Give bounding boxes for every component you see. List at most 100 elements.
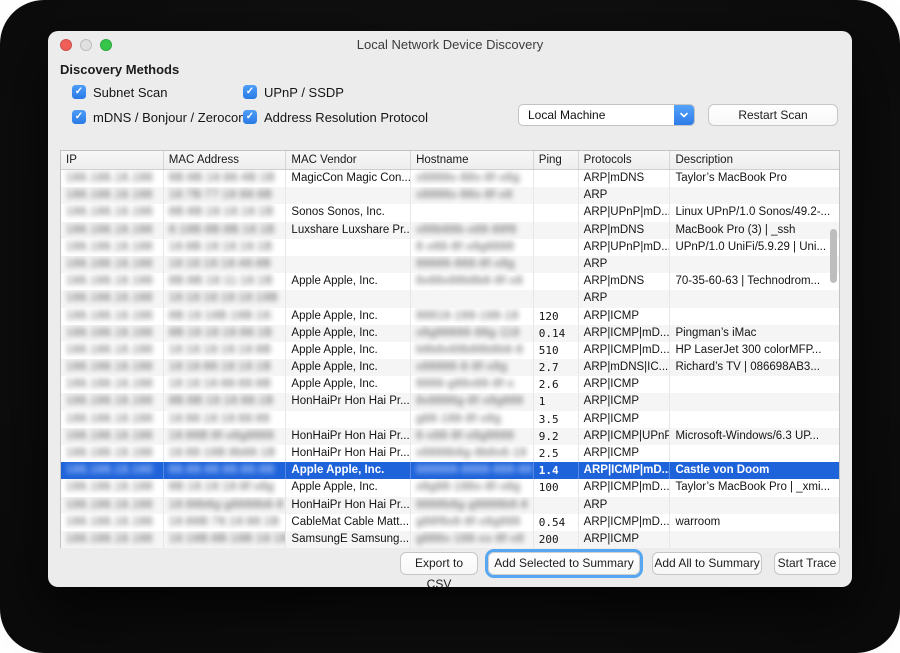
redacted-text: 188.188.18.188 bbox=[66, 273, 153, 290]
cell-ping: 1.4 bbox=[534, 462, 579, 479]
table-row[interactable]: 188.188.18.1888:18B:8B:8B:18:1BLuxshare … bbox=[61, 222, 839, 239]
cell-mac-vendor: Apple Apple, Inc. bbox=[286, 273, 411, 290]
redacted-text: 18:18:18:88:88:8B bbox=[169, 376, 272, 393]
redacted-text: g888x-188-xx-8f-x8 bbox=[416, 531, 524, 548]
add-all-to-summary-button[interactable]: Add All to Summary bbox=[652, 552, 762, 575]
redacted-text: 8B:18:18B:18B:18: bbox=[169, 308, 274, 325]
checkbox-subnet-scan[interactable]: ✓Subnet Scan bbox=[72, 84, 167, 100]
cell-hostname: x8888b8g-8b8x8-18 bbox=[411, 445, 534, 462]
cell-protocols: ARP|UPnP|mD... bbox=[579, 239, 671, 256]
export-to-csv-button[interactable]: Export to CSV bbox=[400, 552, 478, 575]
redacted-text: 18:88b8g:g8888b8-8 bbox=[169, 497, 284, 514]
cell-ip: 188.188.18.188 bbox=[61, 393, 164, 410]
table-row[interactable]: 188.188.18.18818:18:18:88:88:8BApple App… bbox=[61, 376, 839, 393]
cell-hostname: x88b88b-x88-88f8 bbox=[411, 222, 534, 239]
cell-hostname: 88888-888-8f-x8g bbox=[411, 256, 534, 273]
minimize-button[interactable] bbox=[80, 39, 92, 51]
cell-mac-vendor: Sonos Sonos, Inc. bbox=[286, 204, 411, 221]
cell-ip: 188.188.18.188 bbox=[61, 256, 164, 273]
table-row[interactable]: 188.188.18.18818:7B:77:18:88:8Bx8888s-88… bbox=[61, 187, 839, 204]
cell-description bbox=[670, 393, 839, 410]
table-row[interactable]: 188.188.18.18818:88b8g:g8888b8-8HonHaiPr… bbox=[61, 497, 839, 514]
cell-ping: 0.54 bbox=[534, 514, 579, 531]
cell-hostname: b8b8x88b88b8b8-8 bbox=[411, 342, 534, 359]
cell-protocols: ARP|mDNS bbox=[579, 222, 671, 239]
table-row[interactable]: 188.188.18.18818:88:18B:8b88:1BHonHaiPr … bbox=[61, 445, 839, 462]
column-header-protocols[interactable]: Protocols bbox=[579, 151, 671, 169]
table-row[interactable]: 188.188.18.188 8B:8B:18:18:88:1B HonHaiPr … bbox=[61, 393, 839, 410]
redacted-text: 8B:8B:18:18:88:1B bbox=[169, 393, 274, 410]
cell-ping: 2.5 bbox=[534, 445, 579, 462]
redacted-text: 8B:18:18:18:88:1B bbox=[169, 325, 273, 342]
redacted-text: 8B:8B:18:88:4B:1B bbox=[169, 170, 275, 187]
table-row[interactable]: 188.188.18.18818:18:88:18:18:1BApple App… bbox=[61, 359, 839, 376]
column-header-ip[interactable]: IP bbox=[61, 151, 164, 169]
checkbox-upnp-ssdp[interactable]: ✓UPnP / SSDP bbox=[243, 84, 344, 100]
cell-protocols: ARP|mDNS|IC... bbox=[579, 359, 671, 376]
table-row[interactable]: 188.188.18.18818:88B:78:18:88:1BCableMat… bbox=[61, 514, 839, 531]
table-row[interactable]: 188.188.18.18818:18:18:18:18:18BARP bbox=[61, 290, 839, 307]
redacted-text: x88888-8-8f-x8g bbox=[416, 359, 507, 376]
cell-description: Linux UPnP/1.0 Sonos/49.2-... bbox=[670, 204, 839, 221]
cell-mac: 18:7B:77:18:88:8B bbox=[164, 187, 287, 204]
column-header-hostname[interactable]: Hostname bbox=[411, 151, 534, 169]
cell-ip: 188.188.18.188 bbox=[61, 290, 164, 307]
redacted-text: 188.188.18.188 bbox=[66, 170, 153, 187]
column-header-description[interactable]: Description bbox=[670, 151, 839, 169]
table-row[interactable]: 188.188.18.1888B:18:18:18:8f:x8gApple Ap… bbox=[61, 479, 839, 496]
cell-mac-vendor: HonHaiPr Hon Hai Pr... bbox=[286, 393, 411, 410]
redacted-text: 188.188.18.188 bbox=[66, 342, 153, 359]
cell-ip: 188.188.18.188 bbox=[61, 514, 164, 531]
redacted-text: 8888b8g-g8888b8-8 bbox=[416, 497, 528, 514]
checkbox-label: mDNS / Bonjour / Zeroconf bbox=[93, 110, 249, 125]
zoom-button[interactable] bbox=[100, 39, 112, 51]
checkbox-address-resolution-protocol[interactable]: ✓Address Resolution Protocol bbox=[243, 109, 428, 125]
cell-mac-vendor: Apple Apple, Inc. bbox=[286, 479, 411, 496]
cell-description: UPnP/1.0 UniFi/5.9.29 | Uni... bbox=[670, 239, 839, 256]
cell-description: Taylor’s MacBook Pro bbox=[670, 170, 839, 187]
column-header-mac-address[interactable]: MAC Address bbox=[164, 151, 287, 169]
cell-description: 70-35-60-63 | Technodrom... bbox=[670, 273, 839, 290]
cell-description bbox=[670, 187, 839, 204]
column-header-mac-vendor[interactable]: MAC Vendor bbox=[286, 151, 411, 169]
table-row[interactable]: 188.188.18.1888B:18:18:18:88:1BApple App… bbox=[61, 325, 839, 342]
table-row[interactable]: 188.188.18.18888:88:88:88:88:8BApple App… bbox=[61, 462, 839, 479]
close-button[interactable] bbox=[60, 39, 72, 51]
redacted-text: x88b88b-x88-88f8 bbox=[416, 222, 517, 239]
start-trace-button[interactable]: Start Trace bbox=[774, 552, 840, 575]
interface-select-value: Local Machine bbox=[519, 108, 674, 122]
cell-ping: 200 bbox=[534, 531, 579, 548]
cell-description: HP LaserJet 300 colorMFP... bbox=[670, 342, 839, 359]
cell-ping bbox=[534, 497, 579, 514]
cell-mac: 8B:8B:18:18:88:1B bbox=[164, 393, 287, 410]
redacted-text: x8g88888-88g-118 bbox=[416, 325, 520, 342]
cell-ip: 188.188.18.188 bbox=[61, 359, 164, 376]
cell-mac: 18:88B:78:18:88:1B bbox=[164, 514, 287, 531]
table-row[interactable]: 188.188.18.18818:88B:8f-x8g8888HonHaiPr … bbox=[61, 428, 839, 445]
table-row[interactable]: 188.188.18.1888B:18:18B:18B:18:Apple App… bbox=[61, 308, 839, 325]
cell-mac: 8B:18:18:18:88:1B bbox=[164, 325, 287, 342]
table-row[interactable]: 188.188.18.1888B:8B:18:18:18:1BSonos Son… bbox=[61, 204, 839, 221]
table-row[interactable]: 188.188.18.18818:88:18:18:88:88g88-188-8… bbox=[61, 411, 839, 428]
add-selected-to-summary-button[interactable]: Add Selected to Summary bbox=[488, 552, 640, 575]
interface-select[interactable]: Local Machine bbox=[518, 104, 695, 126]
column-header-ping[interactable]: Ping bbox=[534, 151, 579, 169]
cell-ip: 188.188.18.188 bbox=[61, 462, 164, 479]
restart-scan-button[interactable]: Restart Scan bbox=[708, 104, 838, 126]
cell-ping: 2.6 bbox=[534, 376, 579, 393]
table-row[interactable]: 188.188.18.1888B:8B:18:11:18:1BApple App… bbox=[61, 273, 839, 290]
table-row[interactable]: 188.188.18.18818:18B:8B:18B:18:1BSamsung… bbox=[61, 531, 839, 548]
redacted-text: 188.188.18.188 bbox=[66, 462, 153, 479]
table-row[interactable]: 188.188.18.1888B:8B:18:88:4B:1BMagicCon … bbox=[61, 170, 839, 187]
cell-mac: 18:18B:8B:18B:18:1B bbox=[164, 531, 287, 548]
table-row[interactable]: 188.188.18.18818:8B:18:18:18:1B8-x88-8f-… bbox=[61, 239, 839, 256]
table-row[interactable]: 188.188.18.18818:18:18:18:18:8BApple App… bbox=[61, 342, 839, 359]
redacted-text: 8888-g88x88-8f-x bbox=[416, 376, 514, 393]
table-row[interactable]: 188.188.18.18818:18:18:18:48:8B88888-888… bbox=[61, 256, 839, 273]
scrollbar-thumb[interactable] bbox=[830, 229, 837, 283]
redacted-text: 188.188.18.188 bbox=[66, 479, 153, 496]
cell-description bbox=[670, 256, 839, 273]
redacted-text: 188.188.18.188 bbox=[66, 239, 153, 256]
cell-description: Pingman’s iMac bbox=[670, 325, 839, 342]
checkbox-mdns-bonjour-zeroconf[interactable]: ✓mDNS / Bonjour / Zeroconf bbox=[72, 109, 249, 125]
